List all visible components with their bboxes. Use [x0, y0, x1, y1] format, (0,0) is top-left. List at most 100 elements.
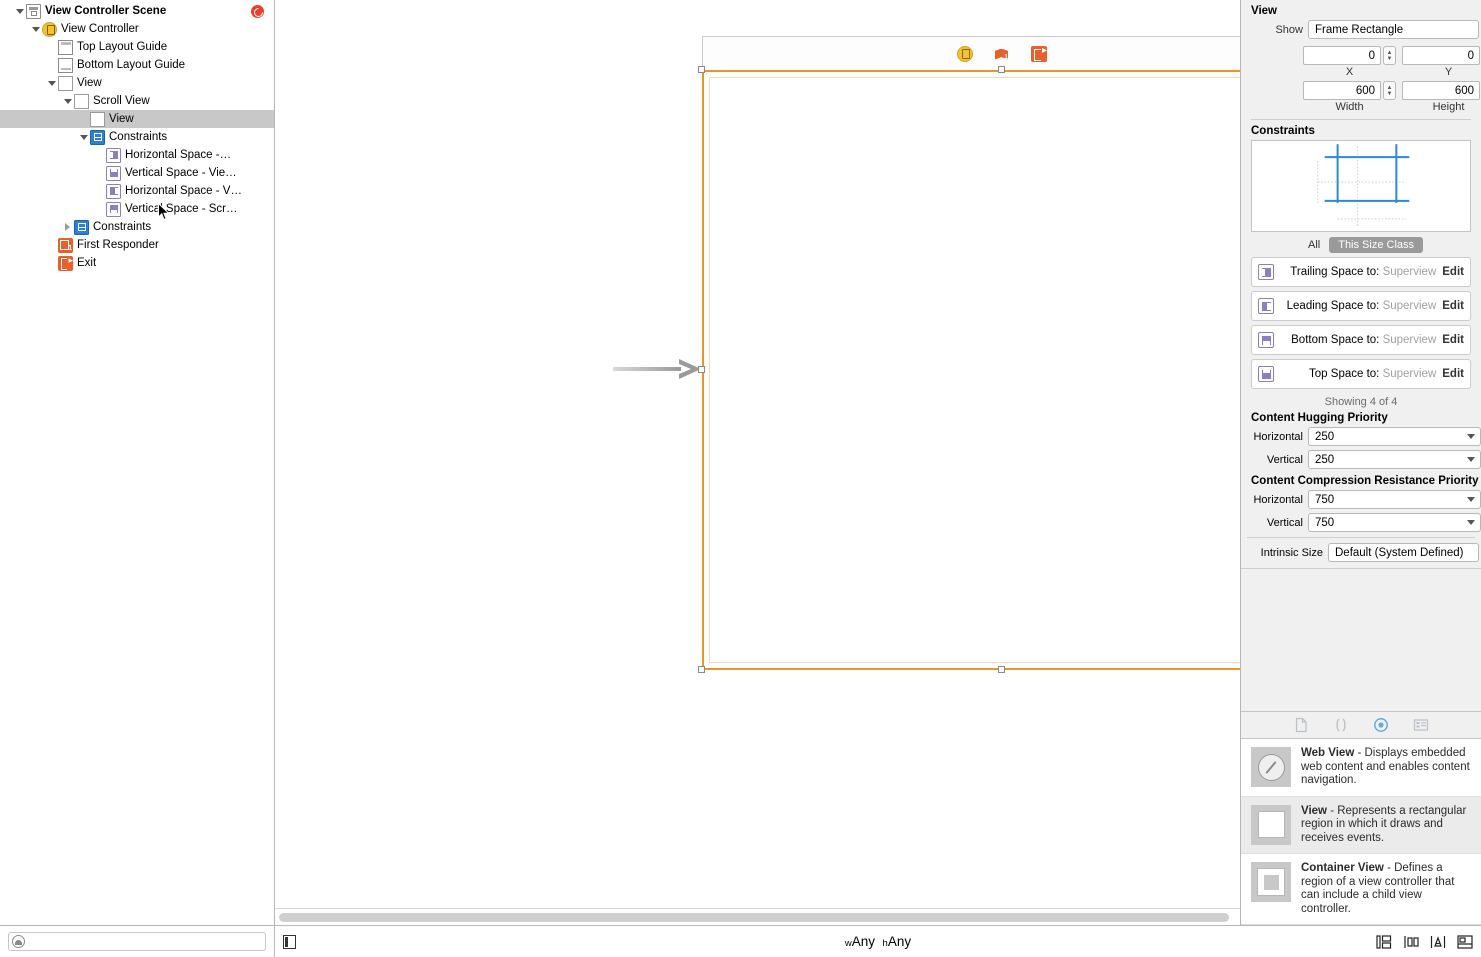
outline-row[interactable]: View Controller Scene — [0, 2, 274, 20]
frame-x-stepper[interactable]: ▲ ▼ — [1383, 46, 1396, 65]
storyboard-canvas[interactable] — [275, 0, 1240, 925]
stack-button[interactable] — [1376, 934, 1392, 949]
library-item[interactable]: Container View - Defines a region of a v… — [1241, 854, 1481, 925]
constraint-edit-button[interactable]: Edit — [1442, 266, 1464, 278]
constraint-row[interactable]: Top Space to: Superview Edit — [1251, 359, 1471, 389]
frame-x-group: 0 ▲ ▼ X — [1303, 46, 1396, 78]
outline-filter-field[interactable] — [8, 932, 266, 951]
canvas-horizontal-scrollbar[interactable] — [279, 913, 1236, 922]
show-select[interactable]: Frame Rectangle — [1308, 20, 1479, 39]
constraints-diagram[interactable] — [1251, 140, 1471, 232]
outline-row[interactable]: Horizontal Space -… — [0, 146, 274, 164]
selection-handle-top-center[interactable] — [998, 66, 1005, 73]
frame-x-input[interactable]: 0 — [1303, 46, 1381, 65]
filter-icon — [12, 935, 25, 948]
outline-row[interactable]: Scroll View — [0, 92, 274, 110]
disclosure-triangle-open[interactable] — [14, 6, 25, 17]
icon-inner — [109, 205, 118, 213]
size-class-w-value: Any — [851, 934, 876, 949]
frame-xy-row: 0 ▲▼ X 0 ▲▼ Y — [1241, 46, 1481, 78]
outline-row[interactable]: Bottom Layout Guide — [0, 56, 274, 74]
outline-row[interactable]: Constraints — [0, 218, 274, 236]
selection-handle-bottom-center[interactable] — [998, 666, 1005, 673]
disclosure-triangle-open[interactable] — [62, 96, 73, 107]
constraint-v2-icon — [106, 201, 121, 217]
media-library-tab[interactable] — [1412, 717, 1430, 733]
object-library-tab[interactable] — [1372, 717, 1390, 733]
compression-vertical-select[interactable]: 750 — [1308, 513, 1481, 532]
compression-vertical-value: 750 — [1315, 516, 1335, 529]
frame-height-input[interactable]: 600 — [1402, 81, 1480, 100]
constraint-bottom-icon — [1258, 332, 1274, 348]
constraint-edit-button[interactable]: Edit — [1442, 334, 1464, 346]
frame-y-input[interactable]: 0 — [1402, 46, 1480, 65]
frame-width-stepper[interactable]: ▲ ▼ — [1383, 81, 1396, 100]
pin-button[interactable] — [1430, 935, 1446, 949]
hugging-horizontal-select[interactable]: 250 — [1308, 427, 1481, 446]
object-library-list[interactable]: Web View - Displays embedded web content… — [1241, 739, 1481, 925]
outline-row[interactable]: Exit — [0, 254, 274, 272]
outline-row[interactable]: First Responder — [0, 236, 274, 254]
size-class-indicator[interactable]: wAny hAny — [275, 934, 1481, 949]
compression-horizontal-select[interactable]: 750 — [1308, 490, 1481, 509]
view-controller-icon[interactable] — [957, 45, 973, 62]
outline-row[interactable]: Vertical Space - Scr… — [0, 200, 274, 218]
selection-handle-middle-left[interactable] — [698, 366, 705, 373]
disclosure-triangle-closed[interactable] — [62, 222, 73, 233]
outline-row-label: View Controller Scene — [45, 5, 167, 17]
outline-row[interactable]: Top Layout Guide — [0, 38, 274, 56]
align-button[interactable] — [1403, 935, 1419, 949]
library-item[interactable]: Web View - Displays embedded web content… — [1241, 739, 1481, 797]
view-controller-scene-frame[interactable] — [698, 36, 1240, 673]
xcode-interface-builder-window: View Controller Scene View Controller Top … — [0, 0, 1481, 957]
outline-row[interactable]: Vertical Space - Vie… — [0, 164, 274, 182]
hugging-vertical-select[interactable]: 250 — [1308, 450, 1481, 469]
selection-handle-top-left[interactable] — [698, 66, 705, 73]
constraint-row[interactable]: Leading Space to: Superview Edit — [1251, 291, 1471, 321]
scene-error-badge[interactable] — [251, 5, 264, 18]
library-item[interactable]: View - Represents a rectangular region i… — [1241, 796, 1481, 854]
disclosure-triangle-open[interactable] — [46, 78, 57, 89]
frame-wh-row: 600 ▲▼ Width 600 ▲▼ Height — [1241, 81, 1481, 113]
constraint-row-text: Leading Space to: Superview — [1274, 300, 1442, 312]
scope-this-size-class-button[interactable]: This Size Class — [1329, 237, 1424, 253]
constraint-edit-button[interactable]: Edit — [1442, 368, 1464, 380]
outline-row[interactable]: Horizontal Space - V… — [0, 182, 274, 200]
outline-row-label: Bottom Layout Guide — [77, 59, 186, 71]
selection-handle-bottom-left[interactable] — [698, 666, 705, 673]
selected-view-bounds[interactable] — [702, 70, 1240, 670]
hugging-horizontal-label: Horizontal — [1253, 430, 1303, 443]
frame-width-input[interactable]: 600 — [1303, 81, 1381, 100]
scope-all-button[interactable]: All — [1299, 237, 1329, 253]
code-snippet-library-tab[interactable] — [1332, 717, 1350, 733]
intrinsic-size-select[interactable]: Default (System Defined) — [1328, 543, 1479, 562]
inspector-section-title-view: View — [1251, 5, 1277, 17]
file-template-library-tab[interactable] — [1292, 717, 1310, 733]
library-item-title: Container View — [1301, 862, 1384, 874]
icon-inner — [1261, 369, 1271, 379]
disclosure-triangle-open[interactable] — [78, 132, 89, 143]
outline-row[interactable]: View — [0, 110, 274, 128]
exit-icon[interactable] — [1031, 45, 1047, 62]
inspector-empty-area — [1241, 568, 1481, 711]
outline-row[interactable]: Constraints — [0, 128, 274, 146]
first-responder-icon[interactable] — [994, 46, 1010, 62]
outline-row[interactable]: View Controller — [0, 20, 274, 38]
scene-dock[interactable] — [702, 36, 1240, 70]
constraint-edit-button[interactable]: Edit — [1442, 300, 1464, 312]
constraint-row[interactable]: Trailing Space to: Superview Edit — [1251, 257, 1471, 287]
scrollbar-thumb[interactable] — [279, 913, 1229, 922]
constraint-scope-segments[interactable]: All This Size Class — [1241, 237, 1481, 253]
library-item-title: Web View — [1301, 747, 1355, 759]
disclosure-triangle-open[interactable] — [30, 24, 41, 35]
constraint-row[interactable]: Bottom Space to: Superview Edit — [1251, 325, 1471, 355]
size-inspector-panel: View Show Frame Rectangle 0 ▲ ▼ X 0 Y 60… — [1240, 0, 1481, 925]
outline-row-label: Vertical Space - Scr… — [125, 203, 238, 215]
outline-row[interactable]: View — [0, 74, 274, 92]
resolve-auto-layout-issues-button[interactable] — [1457, 934, 1473, 949]
document-outline-tree[interactable]: View Controller Scene View Controller Top … — [0, 0, 274, 925]
library-tab-bar[interactable] — [1241, 711, 1481, 739]
frame-y-group: 0 ▲▼ Y — [1402, 46, 1481, 78]
